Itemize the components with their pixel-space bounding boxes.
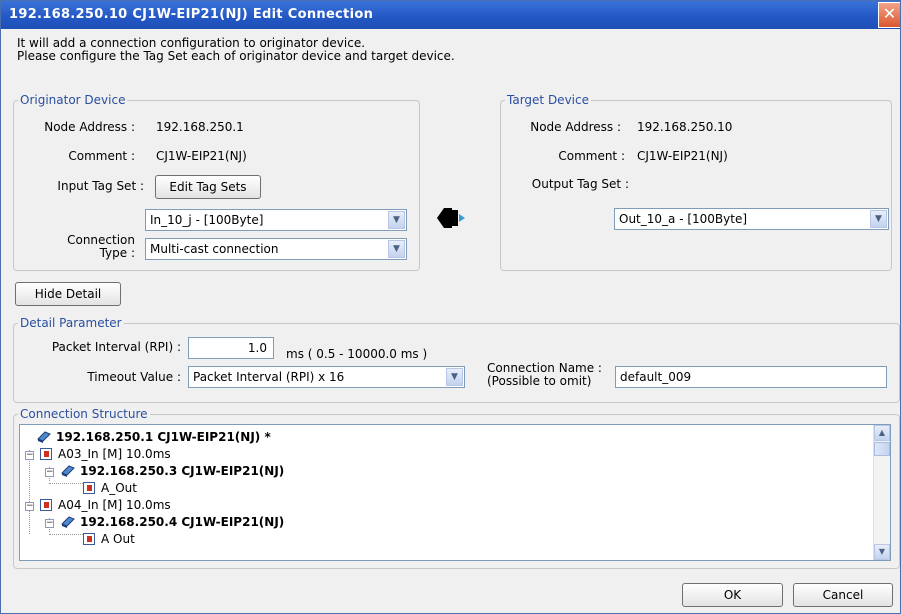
collapse-icon[interactable]: − xyxy=(25,451,34,460)
tree-line xyxy=(49,483,83,484)
device-icon xyxy=(61,465,75,477)
input-tag-set-select[interactable]: In_10_j - [100Byte] ▼ xyxy=(145,209,407,231)
collapse-icon[interactable]: − xyxy=(25,502,34,511)
cancel-button[interactable]: Cancel xyxy=(793,583,893,607)
input-tag-set-value: In_10_j - [100Byte] xyxy=(150,213,264,227)
connection-name-input[interactable]: default_009 xyxy=(615,366,887,388)
intro-line-2: Please configure the Tag Set each of ori… xyxy=(17,49,455,63)
tree-node-root[interactable]: 192.168.250.1 CJ1W-EIP21(NJ) * xyxy=(36,429,271,446)
ok-button[interactable]: OK xyxy=(682,583,783,607)
tree-node-label: 192.168.250.3 CJ1W-EIP21(NJ) xyxy=(80,464,285,478)
tree-node-tag[interactable]: A_Out xyxy=(83,480,137,497)
connection-type-select[interactable]: Multi-cast connection ▼ xyxy=(145,238,407,260)
edit-connection-dialog: 192.168.250.10 CJ1W-EIP21(NJ) Edit Conne… xyxy=(0,0,901,614)
tree-line xyxy=(29,450,30,534)
collapse-icon[interactable]: − xyxy=(45,468,54,477)
scroll-down-icon[interactable]: ▼ xyxy=(874,544,890,560)
chevron-down-icon[interactable]: ▼ xyxy=(870,210,887,228)
connection-name-label: Connection Name : (Possible to omit) xyxy=(487,362,602,388)
tree-node-tagset[interactable]: A03_In [M] 10.0ms xyxy=(40,446,171,463)
tree-node-tag[interactable]: A Out xyxy=(83,531,135,548)
input-tag-set-label: Input Tag Set : xyxy=(57,179,144,193)
originator-comment-label: Comment : xyxy=(68,149,135,163)
timeout-select[interactable]: Packet Interval (RPI) x 16 ▼ xyxy=(188,366,465,388)
output-tag-set-value: Out_10_a - [100Byte] xyxy=(619,212,748,226)
target-device-legend: Target Device xyxy=(505,93,591,107)
output-tag-set-label: Output Tag Set : xyxy=(531,177,629,191)
tag-icon xyxy=(40,498,52,511)
timeout-value: Packet Interval (RPI) x 16 xyxy=(193,370,345,384)
detail-parameter-legend: Detail Parameter xyxy=(18,316,124,330)
chevron-down-icon[interactable]: ▼ xyxy=(388,240,405,258)
originator-node-address: 192.168.250.1 xyxy=(156,120,244,134)
output-tag-set-select[interactable]: Out_10_a - [100Byte] ▼ xyxy=(614,208,889,230)
connection-structure-legend: Connection Structure xyxy=(18,407,150,421)
tree-node-device[interactable]: 192.168.250.3 CJ1W-EIP21(NJ) xyxy=(60,463,284,480)
rpi-input[interactable]: 1.0 xyxy=(188,337,274,359)
rpi-value: 1.0 xyxy=(247,341,267,355)
target-comment-label: Comment : xyxy=(558,149,625,163)
tree-node-label: 192.168.250.4 CJ1W-EIP21(NJ) xyxy=(80,515,285,529)
connection-name-value: default_009 xyxy=(620,370,692,384)
tag-icon xyxy=(83,481,95,494)
intro-text: It will add a connection configuration t… xyxy=(17,37,455,63)
chevron-down-icon[interactable]: ▼ xyxy=(388,211,405,229)
connection-name-label-line-2: (Possible to omit) xyxy=(487,374,592,388)
edit-tag-sets-button[interactable]: Edit Tag Sets xyxy=(155,175,261,199)
tree-node-label: A Out xyxy=(101,532,135,546)
target-comment: CJ1W-EIP21(NJ) xyxy=(637,149,728,163)
timeout-label: Timeout Value : xyxy=(87,370,181,384)
title-bar: 192.168.250.10 CJ1W-EIP21(NJ) Edit Conne… xyxy=(1,1,900,29)
originator-node-address-label: Node Address : xyxy=(44,120,135,134)
chevron-down-icon[interactable]: ▼ xyxy=(446,368,463,386)
tree-line xyxy=(49,534,83,535)
tree-node-label: 192.168.250.1 CJ1W-EIP21(NJ) * xyxy=(56,430,271,444)
device-icon xyxy=(61,516,75,528)
vertical-scrollbar[interactable]: ▲ ▼ xyxy=(873,425,890,560)
tree-node-tagset[interactable]: A04_In [M] 10.0ms xyxy=(40,497,171,514)
scrollbar-thumb[interactable] xyxy=(874,442,890,456)
detail-parameter-group: Detail Parameter xyxy=(13,316,900,403)
target-node-address-label: Node Address : xyxy=(530,120,621,134)
close-icon[interactable]: ✕ xyxy=(878,2,900,28)
tree-node-label: A03_In [M] 10.0ms xyxy=(58,447,171,461)
window-title: 192.168.250.10 CJ1W-EIP21(NJ) Edit Conne… xyxy=(9,7,374,22)
rpi-label: Packet Interval (RPI) : xyxy=(51,340,181,354)
target-node-address: 192.168.250.10 xyxy=(637,120,733,134)
rpi-range-label: ms ( 0.5 - 10000.0 ms ) xyxy=(286,347,428,361)
device-icon xyxy=(37,431,51,443)
tree-node-label: A04_In [M] 10.0ms xyxy=(58,498,171,512)
connection-type-label-line-2: Type : xyxy=(99,246,135,260)
connection-type-label: Connection Type : xyxy=(41,234,135,260)
connection-arrow-icon xyxy=(437,208,465,228)
tag-icon xyxy=(40,447,52,460)
connection-structure-tree[interactable]: 192.168.250.1 CJ1W-EIP21(NJ) * − A03_In … xyxy=(19,424,891,561)
connection-type-value: Multi-cast connection xyxy=(150,242,279,256)
hide-detail-button[interactable]: Hide Detail xyxy=(15,282,121,306)
tree-node-label: A_Out xyxy=(101,481,137,495)
originator-comment: CJ1W-EIP21(NJ) xyxy=(156,149,247,163)
collapse-icon[interactable]: − xyxy=(45,519,54,528)
scroll-up-icon[interactable]: ▲ xyxy=(874,425,890,441)
tag-icon xyxy=(83,532,95,545)
tree-node-device[interactable]: 192.168.250.4 CJ1W-EIP21(NJ) xyxy=(60,514,284,531)
originator-device-legend: Originator Device xyxy=(18,93,128,107)
